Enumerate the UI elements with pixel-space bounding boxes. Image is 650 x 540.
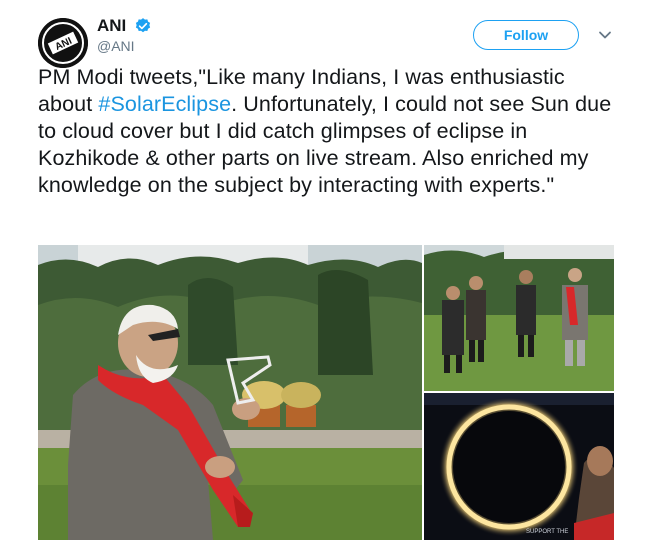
display-name[interactable]: ANI <box>97 16 126 36</box>
tweet-text: PM Modi tweets,"Like many Indians, I was… <box>38 64 613 199</box>
annular-eclipse-photo[interactable]: SUPPORT THE <box>424 393 614 540</box>
follow-button[interactable]: Follow <box>473 20 579 50</box>
ani-logo-icon: ANI <box>38 18 88 68</box>
tweet-header: ANI ANI @ANI Follow <box>0 0 650 68</box>
hashtag-link[interactable]: #SolarEclipse <box>98 92 231 116</box>
media-grid: SUPPORT THE <box>38 245 614 540</box>
handle[interactable]: @ANI <box>97 38 152 54</box>
verified-badge-icon <box>135 18 150 33</box>
group-in-garden-photo[interactable] <box>424 245 614 391</box>
svg-text:SUPPORT THE: SUPPORT THE <box>526 529 568 535</box>
author-block: ANI @ANI <box>97 16 152 54</box>
avatar[interactable]: ANI <box>38 18 88 68</box>
chevron-down-icon[interactable] <box>598 28 612 42</box>
man-with-eclipse-glasses-photo[interactable] <box>38 245 422 540</box>
